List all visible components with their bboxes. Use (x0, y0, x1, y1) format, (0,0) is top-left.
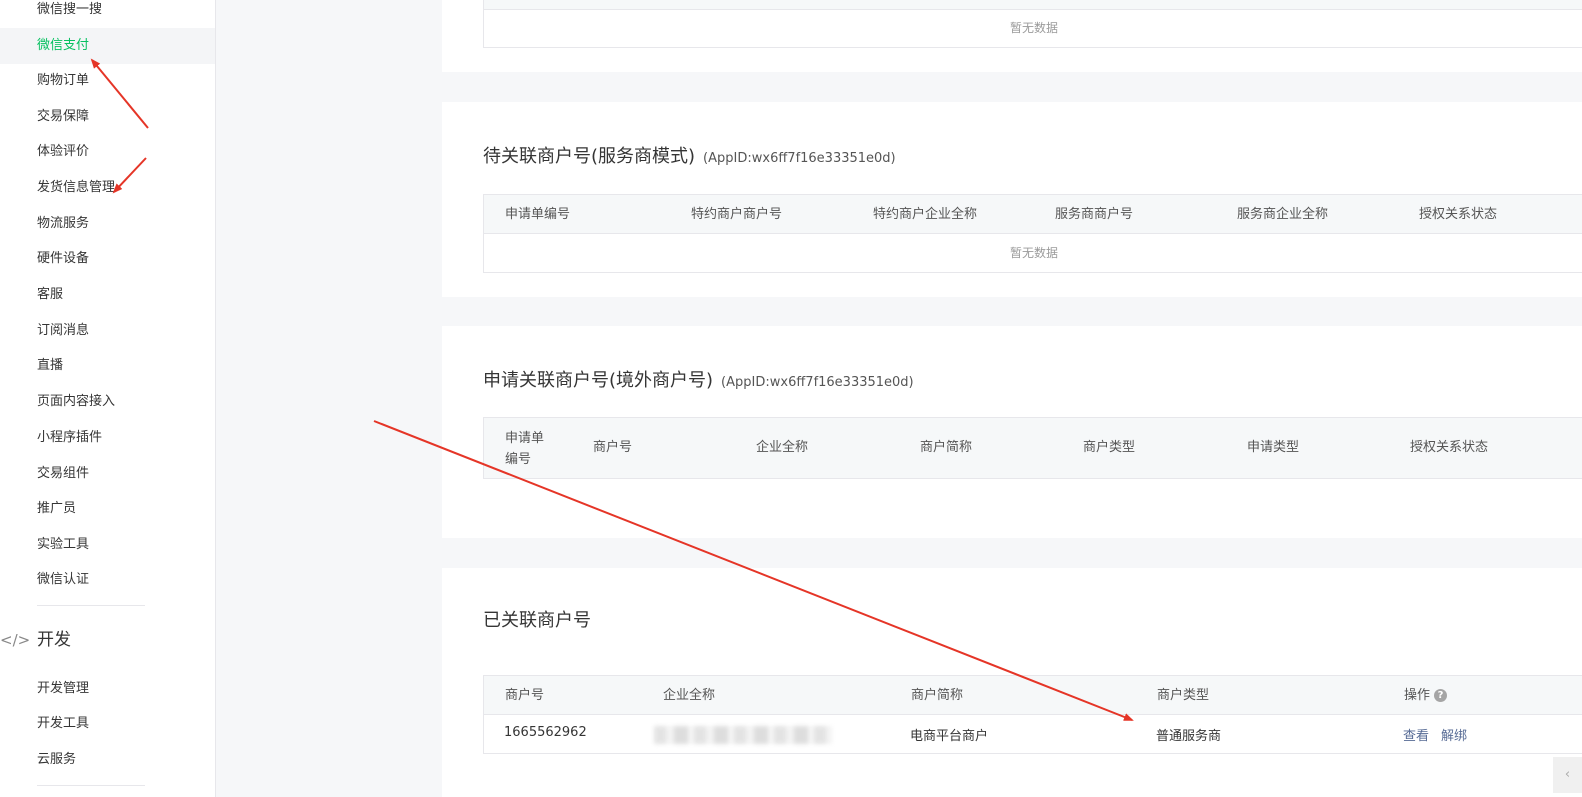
sidebar-item-hardware[interactable]: 硬件设备 (0, 241, 215, 277)
column-header: 授权关系状态 (1419, 207, 1498, 222)
sidebar-item-live[interactable]: 直播 (0, 348, 215, 384)
column-header: 服务商企业全称 (1237, 207, 1329, 222)
card-linked: 已关联商户号 商户号 企业全称 商户简称 商户类型 操作? 1665562962… (442, 568, 1582, 797)
column-header: 操作? (1404, 676, 1448, 716)
unbind-link[interactable]: 解绑 (1441, 725, 1467, 744)
sidebar-item-trade-components[interactable]: 交易组件 (0, 456, 215, 492)
top-table-head (483, 0, 1582, 10)
title-text: 申请关联商户号(境外商户号) (483, 370, 714, 391)
sidebar-item-wechat-pay[interactable]: 微信支付 (0, 28, 215, 64)
table-body: 暂无数据 (483, 234, 1582, 273)
sidebar-item-cloud-service[interactable]: 云服务 (0, 742, 215, 778)
table-row: 1665562962 电商平台商户 普通服务商 查看 解绑 (483, 715, 1582, 754)
column-header: 商户简称 (920, 440, 973, 455)
sidebar-group-label: 开发 (37, 630, 71, 650)
column-header: 商户号 (505, 688, 545, 703)
section-title: 已关联商户号 (483, 606, 591, 632)
sidebar-item-plugins[interactable]: 小程序插件 (0, 420, 215, 456)
sidebar-item-dev-tools[interactable]: 开发工具 (0, 706, 215, 742)
column-header: 企业全称 (756, 440, 809, 455)
sidebar-item-promoters[interactable]: 推广员 (0, 491, 215, 527)
column-header: 申请单编号 (505, 207, 571, 222)
sidebar-item-customer-service[interactable]: 客服 (0, 277, 215, 313)
sidebar-divider (37, 785, 145, 786)
column-header: 授权关系状态 (1410, 440, 1489, 455)
sidebar-item-wechat-verify[interactable]: 微信认证 (0, 562, 215, 598)
chevron-left-icon[interactable]: ‹ (1553, 757, 1582, 793)
column-header: 商户类型 (1157, 688, 1210, 703)
sidebar-divider (37, 605, 145, 606)
table-head: 申请单 编号 商户号 企业全称 商户简称 商户类型 申请类型 授权关系状态 (483, 417, 1582, 479)
column-header: 特约商户商户号 (691, 207, 783, 222)
merchant-type: 普通服务商 (1156, 729, 1222, 744)
title-text: 待关联商户号(服务商模式) (483, 146, 696, 167)
column-header: 商户类型 (1083, 440, 1136, 455)
card-top: 暂无数据 (442, 0, 1582, 72)
merchant-short-name: 电商平台商户 (910, 729, 989, 744)
appid-text: (AppID:wx6ff7f16e33351e0d) (721, 375, 914, 390)
section-title: 待关联商户号(服务商模式) (AppID:wx6ff7f16e33351e0d) (483, 142, 896, 168)
sidebar-item-experience-review[interactable]: 体验评价 (0, 134, 215, 170)
question-icon[interactable]: ? (1434, 689, 1448, 702)
code-icon: </> (0, 631, 31, 649)
sidebar-item-shopping-orders[interactable]: 购物订单 (0, 63, 215, 99)
column-header: 企业全称 (663, 688, 716, 703)
column-header-label: 操作 (1404, 688, 1431, 703)
empty-text: 暂无数据 (1009, 21, 1058, 35)
redacted-company-name (654, 726, 832, 744)
sidebar-item-experiment-tools[interactable]: 实验工具 (0, 527, 215, 563)
column-header: 服务商商户号 (1055, 207, 1134, 222)
sidebar-item-dev-management[interactable]: 开发管理 (0, 671, 215, 707)
column-header: 商户号 (593, 440, 633, 455)
sidebar-item-subscribe-messages[interactable]: 订阅消息 (0, 313, 215, 349)
appid-text: (AppID:wx6ff7f16e33351e0d) (703, 151, 896, 166)
column-header: 申请单 编号 (505, 431, 545, 467)
card-pending-service: 待关联商户号(服务商模式) (AppID:wx6ff7f16e33351e0d) … (442, 102, 1582, 297)
title-text: 已关联商户号 (483, 610, 591, 631)
sidebar-item-wechat-search[interactable]: 微信搜一搜 (0, 0, 215, 28)
empty-text: 暂无数据 (1009, 246, 1058, 260)
card-overseas: 申请关联商户号(境外商户号) (AppID:wx6ff7f16e33351e0d)… (442, 326, 1582, 538)
column-header: 商户简称 (911, 688, 964, 703)
view-link[interactable]: 查看 (1403, 725, 1429, 744)
section-title: 申请关联商户号(境外商户号) (AppID:wx6ff7f16e33351e0d) (483, 366, 914, 392)
column-header: 特约商户企业全称 (873, 207, 978, 222)
top-table: 暂无数据 (483, 0, 1582, 48)
sidebar-item-page-content[interactable]: 页面内容接入 (0, 384, 215, 420)
sidebar-item-logistics[interactable]: 物流服务 (0, 206, 215, 242)
column-header: 申请类型 (1247, 440, 1300, 455)
sidebar-item-shipping-info[interactable]: 发货信息管理 (0, 170, 215, 206)
table-head: 申请单编号 特约商户商户号 特约商户企业全称 服务商商户号 服务商企业全称 授权… (483, 194, 1582, 234)
table-head: 商户号 企业全称 商户简称 商户类型 操作? (483, 675, 1582, 715)
sidebar-item-trade-guarantee[interactable]: 交易保障 (0, 99, 215, 135)
merchant-id: 1665562962 (504, 725, 587, 740)
sidebar: 微信搜一搜 微信支付 购物订单 交易保障 体验评价 发货信息管理 物流服务 硬件… (0, 0, 216, 797)
